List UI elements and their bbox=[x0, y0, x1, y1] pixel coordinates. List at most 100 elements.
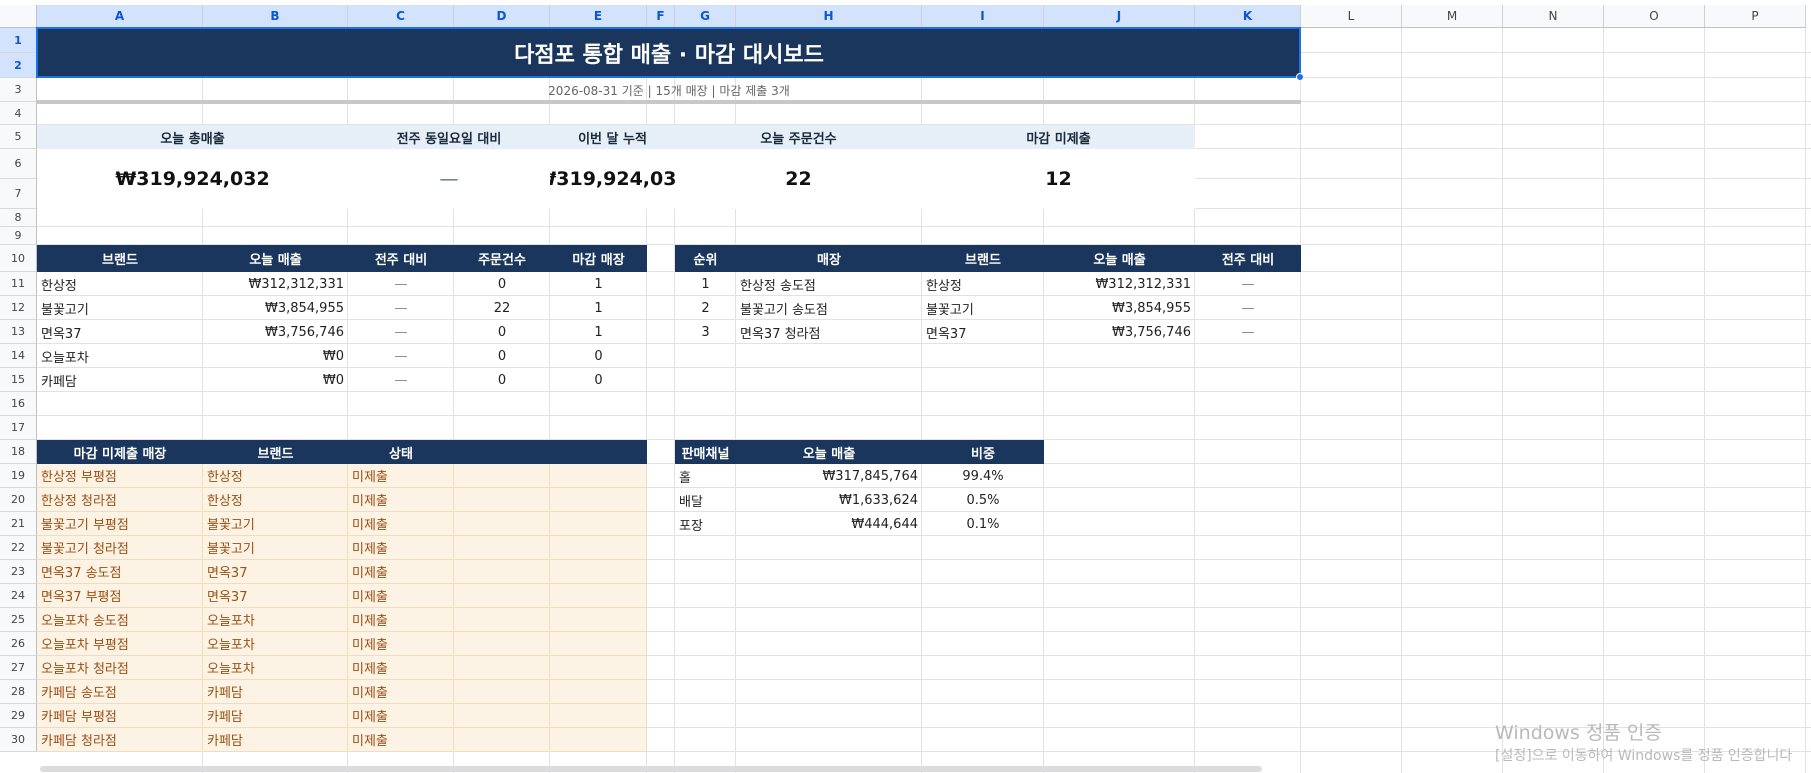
pending-blank-cell[interactable] bbox=[454, 560, 550, 584]
brand-table-cell[interactable]: 0 bbox=[454, 344, 550, 368]
brand-table-cell[interactable]: 불꽃고기 bbox=[37, 296, 203, 320]
selection-fill-handle[interactable] bbox=[1296, 73, 1304, 81]
pending-brand-cell[interactable]: 오늘포차 bbox=[203, 656, 348, 680]
row-header-19[interactable]: 19 bbox=[0, 464, 37, 488]
brand-table-cell[interactable]: — bbox=[348, 368, 454, 392]
pending-blank-cell[interactable] bbox=[454, 704, 550, 728]
pending-brand-cell[interactable]: 한상정 bbox=[203, 464, 348, 488]
row-header-27[interactable]: 27 bbox=[0, 656, 37, 680]
brand-table-cell[interactable]: 0 bbox=[454, 320, 550, 344]
pending-blank-cell[interactable] bbox=[550, 608, 647, 632]
pending-status-cell[interactable]: 미제출 bbox=[348, 608, 454, 632]
row-header-26[interactable]: 26 bbox=[0, 632, 37, 656]
pending-status-cell[interactable]: 미제출 bbox=[348, 728, 454, 752]
pending-store-cell[interactable]: 면옥37 부평점 bbox=[37, 584, 203, 608]
pending-blank-cell[interactable] bbox=[550, 464, 647, 488]
pending-brand-cell[interactable]: 한상정 bbox=[203, 488, 348, 512]
column-header-a[interactable]: A bbox=[37, 5, 203, 28]
pending-status-cell[interactable]: 미제출 bbox=[348, 656, 454, 680]
pending-store-cell[interactable]: 면옥37 송도점 bbox=[37, 560, 203, 584]
pending-status-cell[interactable]: 미제출 bbox=[348, 512, 454, 536]
row-header-24[interactable]: 24 bbox=[0, 584, 37, 608]
brand-table-cell[interactable]: — bbox=[348, 344, 454, 368]
rank-table-cell[interactable]: ₩3,756,746 bbox=[1044, 320, 1195, 344]
brand-table-cell[interactable]: 오늘포차 bbox=[37, 344, 203, 368]
column-header-n[interactable]: N bbox=[1503, 5, 1604, 28]
column-header-f[interactable]: F bbox=[647, 5, 675, 28]
brand-table-cell[interactable]: 카페담 bbox=[37, 368, 203, 392]
pending-brand-cell[interactable]: 불꽃고기 bbox=[203, 536, 348, 560]
row-header-20[interactable]: 20 bbox=[0, 488, 37, 512]
rank-table-cell[interactable]: ₩312,312,331 bbox=[1044, 272, 1195, 296]
pending-store-cell[interactable]: 오늘포차 청라점 bbox=[37, 656, 203, 680]
column-header-o[interactable]: O bbox=[1604, 5, 1705, 28]
rank-table-cell[interactable]: 한상정 송도점 bbox=[736, 272, 922, 296]
pending-blank-cell[interactable] bbox=[550, 656, 647, 680]
row-header-2[interactable]: 2 bbox=[0, 53, 37, 78]
rank-table-cell[interactable]: ₩3,854,955 bbox=[1044, 296, 1195, 320]
row-header-5[interactable]: 5 bbox=[0, 125, 37, 149]
channel-table-cell[interactable]: 홀 bbox=[675, 464, 736, 488]
row-header-29[interactable]: 29 bbox=[0, 704, 37, 728]
pending-brand-cell[interactable]: 카페담 bbox=[203, 680, 348, 704]
pending-store-cell[interactable]: 오늘포차 송도점 bbox=[37, 608, 203, 632]
rank-table-cell[interactable]: 1 bbox=[675, 272, 736, 296]
rank-table-cell[interactable]: 면옥37 청라점 bbox=[736, 320, 922, 344]
pending-brand-cell[interactable]: 카페담 bbox=[203, 728, 348, 752]
brand-table-cell[interactable]: ₩0 bbox=[203, 368, 348, 392]
brand-table-cell[interactable]: ₩312,312,331 bbox=[203, 272, 348, 296]
pending-blank-cell[interactable] bbox=[550, 512, 647, 536]
pending-status-cell[interactable]: 미제출 bbox=[348, 536, 454, 560]
pending-brand-cell[interactable]: 면옥37 bbox=[203, 560, 348, 584]
rank-table-cell[interactable]: 불꽃고기 bbox=[922, 296, 1044, 320]
pending-status-cell[interactable]: 미제출 bbox=[348, 584, 454, 608]
spreadsheet-grid[interactable]: A B C D E F G H I J K L M N O P 1 2 3 4 5 6 7 8 9 10 11 12 13 14 15 16 1… bbox=[0, 0, 1811, 773]
select-all-corner[interactable] bbox=[0, 5, 37, 28]
pending-blank-cell[interactable] bbox=[454, 632, 550, 656]
row-header-17[interactable]: 17 bbox=[0, 416, 37, 440]
column-header-b[interactable]: B bbox=[203, 5, 348, 28]
pending-status-cell[interactable]: 미제출 bbox=[348, 680, 454, 704]
brand-table-cell[interactable]: — bbox=[348, 320, 454, 344]
row-header-28[interactable]: 28 bbox=[0, 680, 37, 704]
pending-blank-cell[interactable] bbox=[454, 608, 550, 632]
pending-blank-cell[interactable] bbox=[454, 680, 550, 704]
row-header-8[interactable]: 8 bbox=[0, 209, 37, 227]
brand-table-cell[interactable]: 1 bbox=[550, 296, 647, 320]
pending-blank-cell[interactable] bbox=[550, 680, 647, 704]
channel-table-cell[interactable]: 배달 bbox=[675, 488, 736, 512]
row-header-18[interactable]: 18 bbox=[0, 440, 37, 464]
brand-table-cell[interactable]: 면옥37 bbox=[37, 320, 203, 344]
pending-status-cell[interactable]: 미제출 bbox=[348, 560, 454, 584]
brand-table-cell[interactable]: 0 bbox=[454, 368, 550, 392]
pending-blank-cell[interactable] bbox=[550, 584, 647, 608]
pending-store-cell[interactable]: 불꽃고기 부평점 bbox=[37, 512, 203, 536]
row-header-21[interactable]: 21 bbox=[0, 512, 37, 536]
brand-table-cell[interactable]: 22 bbox=[454, 296, 550, 320]
row-header-23[interactable]: 23 bbox=[0, 560, 37, 584]
brand-table-cell[interactable]: 1 bbox=[550, 320, 647, 344]
brand-table-cell[interactable]: ₩3,756,746 bbox=[203, 320, 348, 344]
channel-table-cell[interactable]: ₩1,633,624 bbox=[736, 488, 922, 512]
pending-blank-cell[interactable] bbox=[454, 656, 550, 680]
pending-status-cell[interactable]: 미제출 bbox=[348, 632, 454, 656]
brand-table-cell[interactable]: 한상정 bbox=[37, 272, 203, 296]
pending-brand-cell[interactable]: 오늘포차 bbox=[203, 608, 348, 632]
column-header-g[interactable]: G bbox=[675, 5, 736, 28]
row-header-9[interactable]: 9 bbox=[0, 227, 37, 245]
horizontal-scrollbar[interactable] bbox=[40, 766, 1262, 772]
pending-blank-cell[interactable] bbox=[550, 632, 647, 656]
rank-table-cell[interactable]: — bbox=[1195, 296, 1301, 320]
pending-blank-cell[interactable] bbox=[550, 560, 647, 584]
row-header-4[interactable]: 4 bbox=[0, 102, 37, 125]
pending-blank-cell[interactable] bbox=[454, 536, 550, 560]
column-header-d[interactable]: D bbox=[454, 5, 550, 28]
pending-blank-cell[interactable] bbox=[550, 728, 647, 752]
column-header-l[interactable]: L bbox=[1301, 5, 1402, 28]
channel-table-cell[interactable]: 포장 bbox=[675, 512, 736, 536]
pending-blank-cell[interactable] bbox=[550, 704, 647, 728]
brand-table-cell[interactable]: 1 bbox=[550, 272, 647, 296]
column-header-k[interactable]: K bbox=[1195, 5, 1301, 28]
pending-store-cell[interactable]: 카페담 청라점 bbox=[37, 728, 203, 752]
brand-table-cell[interactable]: 0 bbox=[550, 368, 647, 392]
